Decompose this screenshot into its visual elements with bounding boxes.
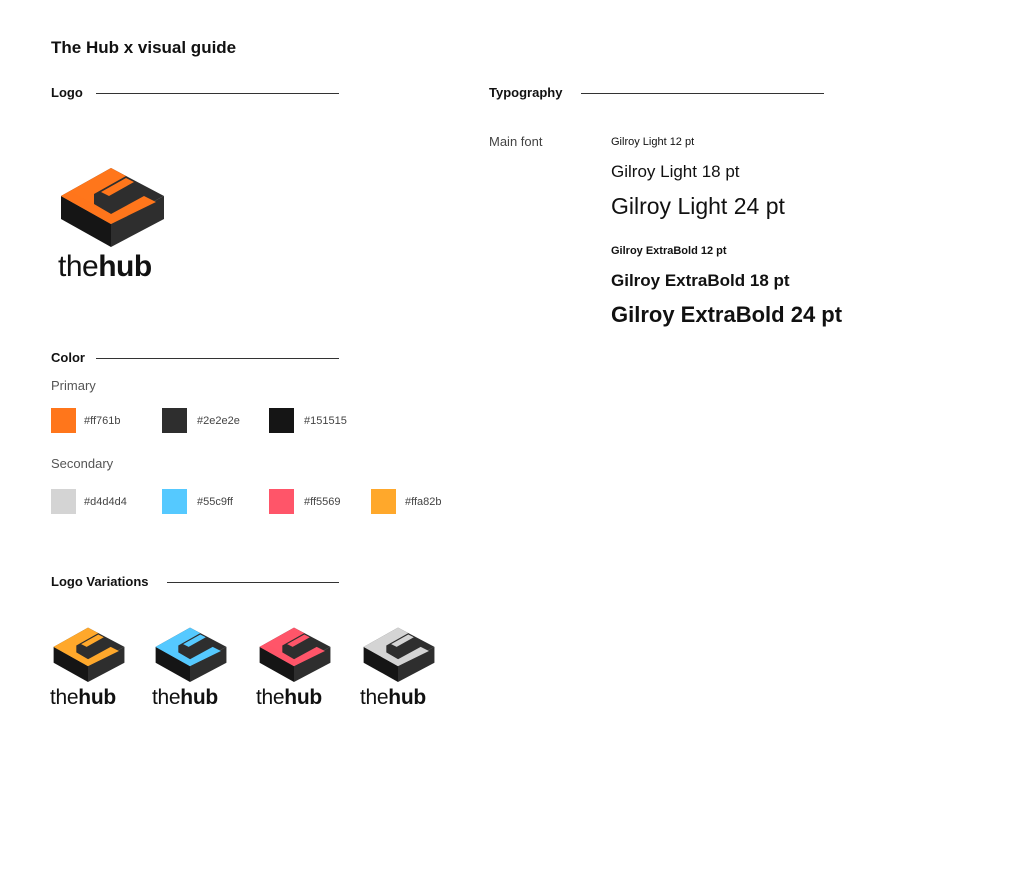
logo-variation-red: thehub (256, 618, 332, 710)
secondary-swatch-amber (371, 489, 396, 514)
hub-cube-icon (259, 627, 331, 682)
secondary-swatch-red (269, 489, 294, 514)
logo-variation-amber: thehub (50, 618, 126, 710)
wordmark-light: the (256, 686, 285, 709)
typography-section-divider (581, 93, 824, 94)
sample-extrabold-24: Gilroy ExtraBold 24 pt (611, 302, 843, 327)
hub-cube-icon (363, 627, 435, 682)
variation-wordmark: thehub (360, 686, 436, 710)
variation-wordmark: thehub (152, 686, 228, 710)
sample-extrabold-18: Gilroy ExtraBold 18 pt (611, 271, 790, 290)
logo-section-heading: Logo (51, 85, 83, 100)
secondary-hex-amber: #ffa82b (405, 496, 442, 508)
wordmark-bold: hub (388, 686, 426, 709)
hub-cube-icon (61, 168, 164, 247)
secondary-swatch-blue (162, 489, 187, 514)
color-section-heading: Color (51, 350, 85, 365)
secondary-hex-red: #ff5569 (304, 496, 341, 508)
logo-section-divider (96, 93, 339, 94)
color-section-divider (96, 358, 339, 359)
logo-variation-blue: thehub (152, 618, 228, 710)
primary-swatch-orange (51, 408, 76, 433)
primary-hex-orange: #ff761b (84, 415, 121, 427)
secondary-hex-light-gray: #d4d4d4 (84, 496, 127, 508)
main-logo-wordmark: thehub (58, 250, 152, 284)
wordmark-bold: hub (180, 686, 218, 709)
wordmark-light: the (152, 686, 181, 709)
variation-wordmark: thehub (256, 686, 332, 710)
sample-light-18: Gilroy Light 18 pt (611, 162, 740, 181)
primary-hex-black: #151515 (304, 415, 347, 427)
main-logo (56, 154, 166, 250)
wordmark-light: the (50, 686, 79, 709)
logo-variations-divider (167, 582, 339, 583)
secondary-colors-label: Secondary (51, 456, 114, 471)
primary-swatch-black (269, 408, 294, 433)
main-font-label: Main font (489, 134, 543, 149)
page-title: The Hub x visual guide (51, 38, 237, 57)
wordmark-bold: hub (78, 686, 116, 709)
sample-light-12: Gilroy Light 12 pt (611, 136, 695, 148)
primary-swatch-dark-gray (162, 408, 187, 433)
sample-extrabold-12: Gilroy ExtraBold 12 pt (611, 245, 727, 257)
variation-wordmark: thehub (50, 686, 126, 710)
wordmark-light: the (58, 250, 99, 283)
sample-light-24: Gilroy Light 24 pt (611, 193, 785, 219)
wordmark-bold: hub (284, 686, 322, 709)
logo-variations-heading: Logo Variations (51, 574, 149, 589)
hub-cube-icon (53, 627, 125, 682)
wordmark-light: the (360, 686, 389, 709)
primary-colors-label: Primary (51, 378, 96, 393)
secondary-hex-blue: #55c9ff (197, 496, 233, 508)
logo-variation-gray: thehub (360, 618, 436, 710)
typography-section-heading: Typography (489, 85, 563, 100)
primary-hex-dark-gray: #2e2e2e (197, 415, 240, 427)
wordmark-bold: hub (98, 250, 152, 283)
secondary-swatch-light-gray (51, 489, 76, 514)
hub-cube-icon (155, 627, 227, 682)
